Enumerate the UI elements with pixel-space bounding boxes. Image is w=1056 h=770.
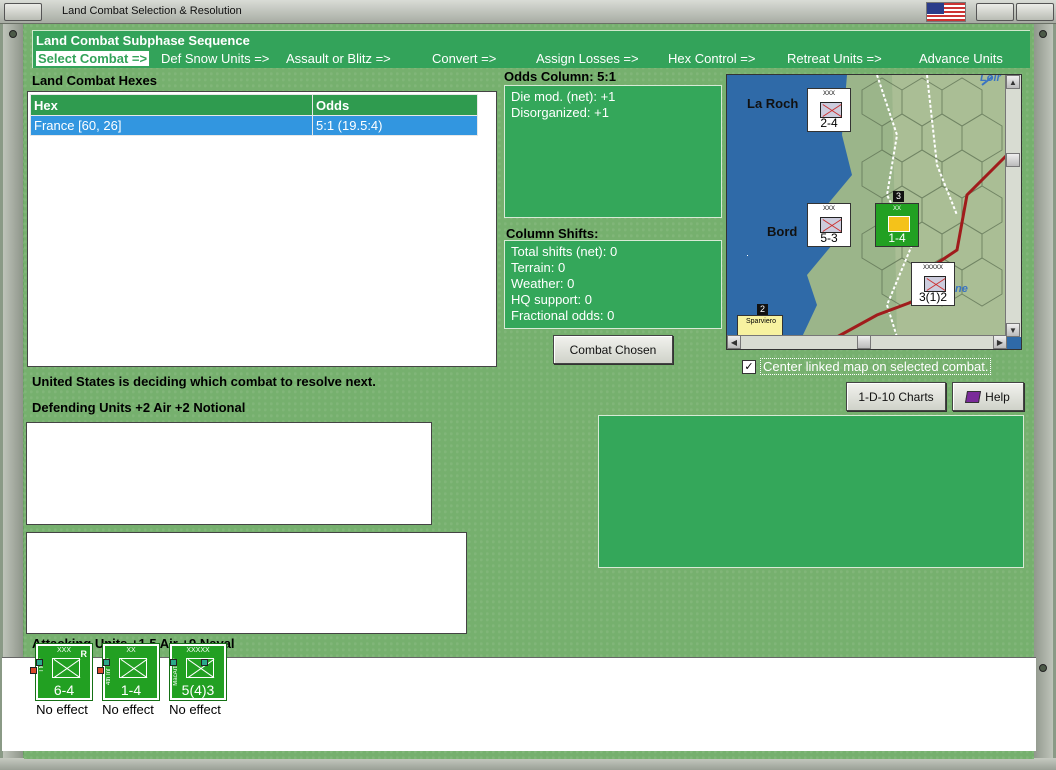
table-row[interactable]: France [60, 26] 5:1 (19.5:4): [30, 115, 478, 136]
sequence-title: Land Combat Subphase Sequence: [36, 33, 250, 48]
odds-panel: Die mod. (net): +1 Disorganized: +1: [504, 85, 722, 218]
defending-results-list[interactable]: [26, 532, 467, 634]
counter-strength: 2-4: [820, 116, 838, 130]
stack-count-badge: 2: [757, 304, 768, 315]
city-label: La Roch: [747, 96, 799, 111]
counter-strength: 3(1)2: [918, 290, 947, 304]
unit-effect: No effect: [36, 702, 88, 717]
shift-line: Fractional odds: 0: [511, 308, 615, 323]
odds-cell[interactable]: 5:1 (19.5:4): [312, 115, 478, 136]
step-select-combat: Select Combat =>: [36, 51, 150, 66]
right-border: [1033, 24, 1053, 770]
map-vertical-scrollbar[interactable]: ▲ ▼: [1005, 75, 1021, 337]
river-label: Loir: [980, 74, 1001, 84]
charts-button[interactable]: 1-D-10 Charts: [846, 382, 946, 411]
attacking-unit[interactable]: XXXXX MacArthur 5(4)3: [169, 643, 227, 701]
shift-line: HQ support: 0: [511, 292, 592, 307]
combat-result-panel: [598, 415, 1024, 568]
infantry-unit-icon: [119, 658, 147, 678]
attacking-unit[interactable]: XX 4th Inf Div 1-4: [102, 643, 160, 701]
map-counter[interactable]: XXX 5-3: [807, 203, 851, 247]
scroll-left-icon[interactable]: ◀: [727, 335, 741, 349]
map-counter-air[interactable]: Sparviero: [737, 315, 783, 337]
shifts-panel: Total shifts (net): 0 Terrain: 0 Weather…: [504, 240, 722, 329]
scroll-right-icon[interactable]: ▶: [993, 335, 1007, 349]
map-counter[interactable]: XXX 2-4: [807, 88, 851, 132]
map-horizontal-scrollbar[interactable]: ◀ ▶: [727, 335, 1007, 349]
step-advance-units: Advance Units: [919, 51, 1003, 66]
unit-effect: No effect: [102, 702, 154, 717]
status-text: United States is deciding which combat t…: [32, 374, 376, 389]
close-button[interactable]: [1016, 3, 1054, 21]
step-def-snow-units: Def Snow Units =>: [161, 51, 270, 66]
window-title: Land Combat Selection & Resolution: [62, 5, 242, 17]
city-label: Bord: [767, 224, 798, 239]
defending-units-list[interactable]: [26, 422, 432, 525]
column-header-odds[interactable]: Odds: [312, 94, 478, 116]
counter-strength: 1-4: [888, 231, 906, 245]
combat-chosen-button[interactable]: Combat Chosen: [553, 335, 673, 364]
odds-line: Die mod. (net): +1: [511, 89, 616, 104]
step-hex-control: Hex Control =>: [668, 51, 756, 66]
system-menu-button[interactable]: [4, 3, 42, 21]
counter-strength: 5-3: [820, 231, 838, 245]
marine-unit-icon: [52, 658, 80, 678]
map-counter-selected[interactable]: XX 1-4: [875, 203, 919, 247]
minimize-button[interactable]: [976, 3, 1014, 21]
hexes-table: Hex Odds France [60, 26] 5:1 (19.5:4): [30, 94, 478, 136]
unit-strength: 6-4: [53, 682, 75, 698]
column-header-hex[interactable]: Hex: [30, 94, 313, 116]
center-map-checkbox[interactable]: ✓: [742, 360, 756, 374]
region-label: ne: [955, 283, 968, 295]
help-button-label: Help: [985, 389, 1010, 404]
us-flag-icon: [926, 2, 966, 22]
odds-label: Odds Column: 5:1: [504, 69, 616, 84]
subphase-sequence: Land Combat Subphase Sequence Select Com…: [32, 30, 1030, 68]
shift-line: Terrain: 0: [511, 260, 566, 275]
step-retreat-units: Retreat Units =>: [787, 51, 882, 66]
scroll-down-icon[interactable]: ▼: [1006, 323, 1020, 337]
scroll-thumb[interactable]: [1006, 153, 1020, 167]
step-convert: Convert =>: [432, 51, 497, 66]
hexes-label: Land Combat Hexes: [32, 73, 157, 88]
unit-effect: No effect: [169, 702, 221, 717]
shifts-label: Column Shifts:: [506, 226, 599, 241]
defending-label: Defending Units +2 Air +2 Notional: [32, 400, 246, 415]
scroll-up-icon[interactable]: ▲: [1006, 75, 1020, 89]
bottom-border: [0, 758, 1056, 770]
step-assault-or-blitz: Assault or Blitz =>: [286, 51, 391, 66]
hexes-list[interactable]: Hex Odds France [60, 26] 5:1 (19.5:4): [27, 91, 497, 367]
unit-strength: 1-4: [120, 682, 142, 698]
help-book-icon: [965, 390, 982, 403]
linked-map[interactable]: La Roch Bord Loir ne XXX 2-4 XXX 5-3 XX …: [726, 74, 1022, 350]
shift-line: Weather: 0: [511, 276, 575, 291]
help-button[interactable]: Help: [952, 382, 1024, 411]
map-counter[interactable]: XXXXX 3(1)2: [911, 262, 955, 306]
stack-count-badge: 3: [893, 191, 904, 202]
attacking-unit[interactable]: XXX I Mar R 6-4: [35, 643, 93, 701]
center-map-label[interactable]: Center linked map on selected combat.: [760, 358, 992, 375]
unit-strength: 5(4)3: [181, 682, 215, 698]
step-assign-losses: Assign Losses =>: [536, 51, 639, 66]
odds-line: Disorganized: +1: [511, 105, 609, 120]
hq-unit-icon: [186, 658, 214, 678]
scroll-thumb[interactable]: [857, 335, 871, 349]
combat-explosion-icon: [888, 216, 910, 232]
title-bar: Land Combat Selection & Resolution: [0, 0, 1056, 24]
hex-cell[interactable]: France [60, 26]: [30, 115, 313, 136]
shift-line: Total shifts (net): 0: [511, 244, 618, 259]
